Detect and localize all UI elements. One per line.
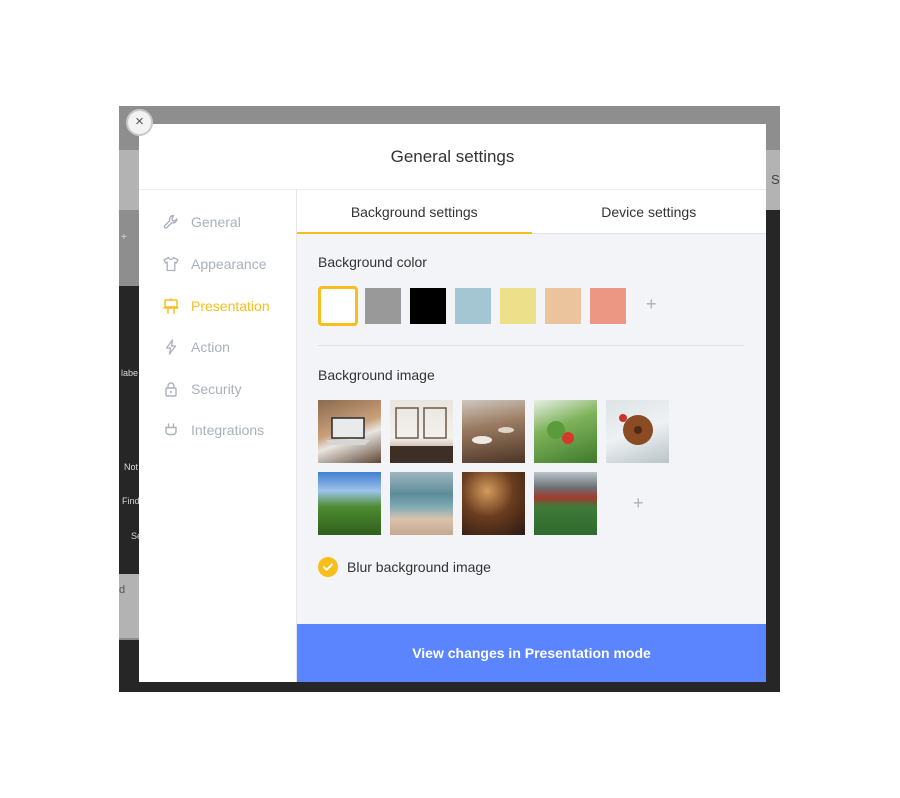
backdrop-fragment-find: Find <box>122 496 140 506</box>
backdrop-fragment-label: labe <box>121 368 139 378</box>
background-color-label: Background color <box>318 254 427 270</box>
cta-label: View changes in Presentation mode <box>412 645 651 661</box>
settings-tabs: Background settings Device settings <box>297 190 766 234</box>
sidebar-item-label: Action <box>191 339 230 355</box>
color-swatch-blue[interactable] <box>455 288 491 324</box>
sidebar-item-label: Security <box>191 381 242 397</box>
sidebar-item-label: General <box>191 214 241 230</box>
color-swatch-black[interactable] <box>410 288 446 324</box>
color-swatch-salmon[interactable] <box>590 288 626 324</box>
beach-image[interactable] <box>390 472 453 535</box>
view-presentation-button[interactable]: View changes in Presentation mode <box>297 624 766 682</box>
backdrop-fragment-plus: + <box>121 232 127 243</box>
sidebar-item-general[interactable]: General <box>163 211 241 233</box>
wrench-icon <box>163 214 179 230</box>
lock-icon <box>163 381 179 397</box>
settings-modal: General settings General Appearance Pres… <box>139 124 766 682</box>
tab-device-settings[interactable]: Device settings <box>532 190 767 233</box>
color-swatch-peach[interactable] <box>545 288 581 324</box>
workspace-window-image[interactable] <box>390 400 453 463</box>
add-image-button[interactable]: + <box>633 493 644 514</box>
modal-title: General settings <box>390 146 515 166</box>
check-icon <box>318 557 338 577</box>
bolt-icon <box>163 339 179 355</box>
restaurant-interior-image[interactable] <box>462 472 525 535</box>
sidebar-item-appearance[interactable]: Appearance <box>163 253 267 275</box>
backdrop-fragment-d: d <box>119 584 126 596</box>
easel-icon <box>163 298 179 314</box>
blur-label: Blur background image <box>347 559 491 575</box>
tab-background-settings[interactable]: Background settings <box>297 190 532 234</box>
sidebar-item-label: Presentation <box>191 298 270 314</box>
color-swatch-gray[interactable] <box>365 288 401 324</box>
tshirt-icon <box>163 256 179 272</box>
blur-checkbox[interactable]: Blur background image <box>318 557 491 577</box>
backdrop-fragment-s: S <box>771 172 780 187</box>
modal-header: General settings <box>139 124 766 190</box>
settings-sidebar: General Appearance Presentation Action S… <box>139 190 297 682</box>
section-divider <box>318 345 744 346</box>
add-color-button[interactable]: + <box>646 294 657 315</box>
sidebar-item-presentation[interactable]: Presentation <box>163 295 270 317</box>
laptop-on-desk-image[interactable] <box>318 400 381 463</box>
cafe-table-image[interactable] <box>462 400 525 463</box>
sidebar-item-label: Appearance <box>191 256 267 272</box>
backdrop-fragment-note: Not <box>124 462 139 472</box>
sidebar-item-security[interactable]: Security <box>163 378 242 400</box>
background-image-label: Background image <box>318 367 435 383</box>
sidebar-item-action[interactable]: Action <box>163 336 230 358</box>
sidebar-item-integrations[interactable]: Integrations <box>163 419 264 441</box>
color-swatch-white[interactable] <box>318 286 358 326</box>
sidebar-item-label: Integrations <box>191 422 265 438</box>
close-button[interactable]: × <box>126 109 153 136</box>
stadium-image[interactable] <box>534 472 597 535</box>
green-valley-image[interactable] <box>318 472 381 535</box>
salad-image[interactable] <box>534 400 597 463</box>
tab-label: Device settings <box>601 203 697 220</box>
settings-content: Background settings Device settings Back… <box>297 190 766 682</box>
bagel-image[interactable] <box>606 400 669 463</box>
color-swatch-yellow[interactable] <box>500 288 536 324</box>
plug-icon <box>163 422 179 438</box>
tab-label: Background settings <box>350 203 478 220</box>
close-icon: × <box>135 113 144 130</box>
